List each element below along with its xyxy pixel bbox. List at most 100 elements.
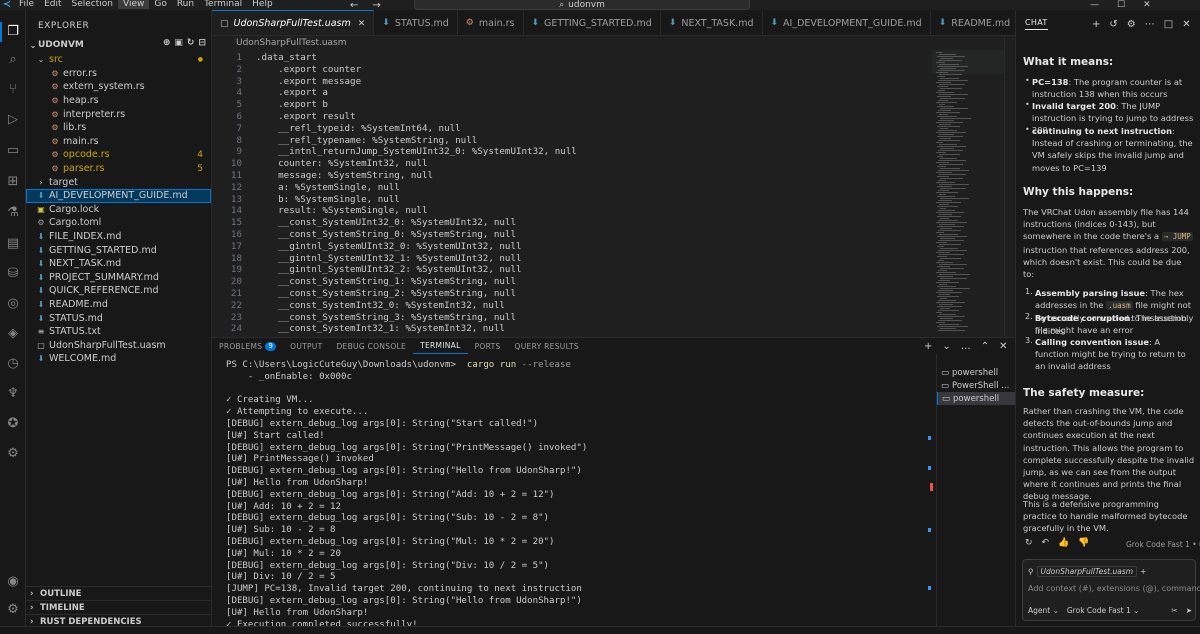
panel-tab-debug-console[interactable]: DEBUG CONSOLE	[329, 338, 413, 354]
close-tab-icon[interactable]: ✕	[358, 19, 366, 29]
tree-item[interactable]: ⚙ main.rs	[26, 135, 211, 149]
terminal-instance[interactable]: ▭ PowerShell ...	[937, 379, 1015, 392]
close-panel-icon[interactable]: ✕	[999, 341, 1007, 352]
tree-item[interactable]: ⬇ NEXT_TASK.md	[26, 257, 211, 271]
editor-tab[interactable]: ⚙ main.rs	[458, 10, 524, 35]
chat-input-box[interactable]: ⚲ UdonSharpFullTest.uasm + Add context (…	[1022, 559, 1200, 621]
retry-icon[interactable]: ↻	[1025, 538, 1033, 548]
send-icon[interactable]: ➤	[1186, 606, 1192, 615]
editor-scrollbar[interactable]	[1004, 36, 1015, 336]
tree-item[interactable]: ≡ STATUS.txt	[26, 325, 211, 339]
tree-item[interactable]: ⚙ interpreter.rs	[26, 107, 211, 121]
minimap[interactable]	[932, 50, 1004, 336]
mode-picker[interactable]: Agent ⌄	[1028, 606, 1059, 615]
more-actions-icon[interactable]: …	[961, 341, 971, 352]
tree-item[interactable]: ⚙ parser.rs 5	[26, 162, 211, 176]
tree-item[interactable]: ⚙ Cargo.toml	[26, 216, 211, 230]
timeline-icon[interactable]: ◷	[3, 354, 23, 374]
menu-file[interactable]: File	[14, 0, 39, 9]
menu-view[interactable]: View	[117, 0, 150, 9]
command-center[interactable]: ⌕ udonvm	[414, 0, 750, 10]
python-icon[interactable]: ♆	[3, 384, 23, 404]
extensions-icon[interactable]: ⊞	[3, 172, 23, 192]
editor-tab[interactable]: ⬇ STATUS.md	[374, 10, 458, 35]
explorer-root-folder[interactable]: ⌄ UDONVM ⊕ ▣ ↻ ⊟	[28, 38, 210, 52]
tree-item[interactable]: ⬇ README.md	[26, 298, 211, 312]
tree-item[interactable]: ⌄ src ●	[26, 53, 211, 67]
menu-go[interactable]: Go	[149, 0, 171, 9]
run-debug-icon[interactable]: ▷	[3, 110, 23, 130]
menu-help[interactable]: Help	[247, 0, 278, 9]
outline-section[interactable]: › OUTLINE	[26, 586, 211, 600]
tree-item[interactable]: ⬇ FILE_INDEX.md	[26, 230, 211, 244]
tree-item[interactable]: ⚙ lib.rs	[26, 121, 211, 135]
model-picker[interactable]: Grok Code Fast 1 ⌄	[1067, 606, 1140, 615]
maximize-panel-icon[interactable]: ⌃	[981, 341, 989, 352]
panel-tab-query-results[interactable]: QUERY RESULTS	[508, 338, 586, 354]
database-icon[interactable]: ⛁	[3, 264, 23, 284]
tree-item[interactable]: ⚙ extern_system.rs	[26, 80, 211, 94]
tree-item[interactable]: ⚙ heap.rs	[26, 94, 211, 108]
panel-tab-problems[interactable]: PROBLEMS 9	[212, 338, 283, 354]
tree-item[interactable]: ⬇ WELCOME.md	[26, 352, 211, 366]
copilot-icon[interactable]: ✪	[3, 414, 23, 434]
terminal-output[interactable]: PS C:\Users\LogicCuteGuy\Downloads\udonv…	[212, 358, 930, 627]
menu-edit[interactable]: Edit	[39, 0, 66, 9]
menu-selection[interactable]: Selection	[67, 0, 118, 9]
menu-terminal[interactable]: Terminal	[199, 0, 247, 9]
new-file-icon[interactable]: ⊕	[163, 38, 171, 48]
tree-item[interactable]: › target	[26, 175, 211, 189]
new-folder-icon[interactable]: ▣	[174, 38, 183, 48]
terminal-scrollbar[interactable]	[928, 358, 933, 627]
tools-icon[interactable]: ✂	[1171, 606, 1177, 615]
tree-item[interactable]: ⚙ opcode.rs 4	[26, 148, 211, 162]
source-control-icon[interactable]: ⑂	[3, 80, 23, 100]
chat-title[interactable]: CHAT	[1025, 18, 1048, 30]
panel-tab-ports[interactable]: PORTS	[468, 338, 508, 354]
panel-tab-output[interactable]: OUTPUT	[283, 338, 329, 354]
menu-run[interactable]: Run	[172, 0, 199, 9]
terminal-dropdown-icon[interactable]: ⌄	[942, 341, 950, 352]
tree-item[interactable]: ⬇ QUICK_REFERENCE.md	[26, 284, 211, 298]
back-arrow-icon[interactable]: ←	[350, 0, 358, 11]
tree-item[interactable]: ▢ UdonSharpFullTest.uasm	[26, 339, 211, 353]
tree-item[interactable]: ⬇ PROJECT_SUMMARY.md	[26, 271, 211, 285]
docker-icon[interactable]: ▤	[3, 234, 23, 254]
maximize-icon[interactable]: □	[1164, 19, 1173, 30]
thumbs-down-icon[interactable]: 👎	[1078, 538, 1089, 548]
breadcrumb-file[interactable]: UdonSharpFullTest.uasm	[236, 38, 347, 48]
undo-icon[interactable]: ↶	[1042, 538, 1050, 548]
search-view-icon[interactable]: ⌕	[3, 50, 23, 70]
collapse-all-icon[interactable]: ⊟	[198, 38, 206, 48]
close-chat-icon[interactable]: ✕	[1182, 19, 1190, 30]
settings-gear-icon[interactable]: ⚙	[1127, 19, 1136, 30]
attach-paperclip-icon[interactable]: ⚲	[1028, 567, 1034, 576]
remote-explorer-icon[interactable]: ▭	[3, 141, 23, 161]
chat-input-placeholder[interactable]: Add context (#), extensions (@), command…	[1028, 584, 1200, 593]
explorer-icon[interactable]: ❐	[3, 22, 23, 42]
layers-icon[interactable]: ◈	[3, 324, 23, 344]
code-editor[interactable]: 1 .data_start 2 .export counter 3 .export m…	[212, 50, 932, 336]
tree-item[interactable]: ⬇ GETTING_STARTED.md	[26, 243, 211, 257]
terminal-instance[interactable]: ▭ powershell	[937, 392, 1015, 405]
tree-item[interactable]: ▣ Cargo.lock	[26, 203, 211, 217]
breadcrumb[interactable]: UdonSharpFullTest.uasm	[212, 36, 1015, 50]
timeline-section[interactable]: › TIMELINE	[26, 600, 211, 614]
add-context-plus-icon[interactable]: +	[1140, 567, 1146, 576]
extension-gitlens-icon[interactable]: ⚙	[3, 444, 23, 464]
testing-icon[interactable]: ⚗	[3, 203, 23, 223]
refresh-icon[interactable]: ↻	[187, 38, 195, 48]
editor-tab[interactable]: ⬇ AI_DEVELOPMENT_GUIDE.md	[763, 10, 931, 35]
account-icon[interactable]: ◉	[3, 572, 23, 592]
forward-arrow-icon[interactable]: →	[372, 0, 380, 11]
editor-tab[interactable]: ▢ UdonSharpFullTest.uasm ✕	[212, 10, 375, 35]
more-icon[interactable]: ⋯	[1145, 19, 1155, 30]
terminal-instance[interactable]: ▭ powershell	[937, 366, 1015, 379]
new-chat-plus-icon[interactable]: +	[1092, 19, 1100, 30]
close-window-icon[interactable]: ✕	[1143, 0, 1151, 10]
new-terminal-plus-icon[interactable]: +	[924, 341, 932, 352]
maximize-icon[interactable]: ☐	[1117, 0, 1125, 10]
attached-file-chip[interactable]: UdonSharpFullTest.uasm	[1036, 565, 1138, 577]
history-icon[interactable]: ↺	[1109, 19, 1117, 30]
tree-item[interactable]: ⚙ error.rs	[26, 67, 211, 81]
